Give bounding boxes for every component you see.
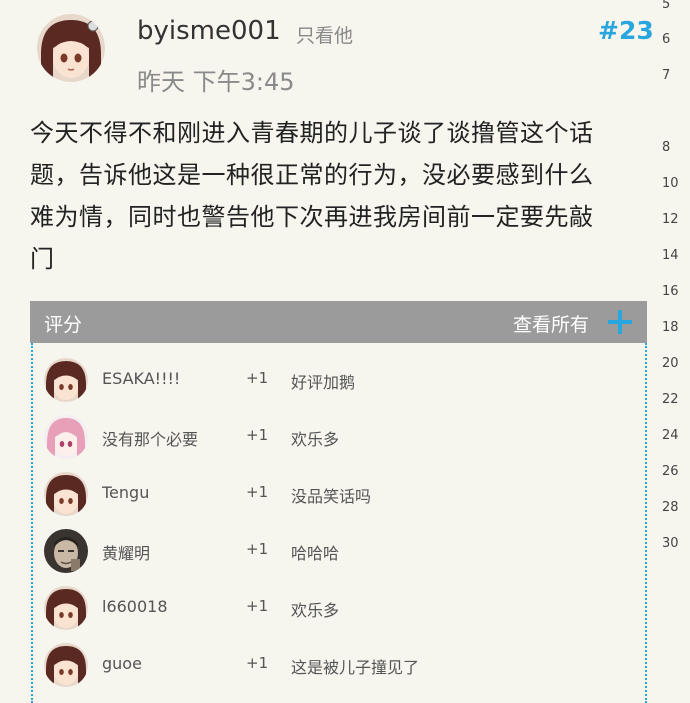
rating-comment: 没品笑话吗 [291, 487, 372, 506]
post-content: 今天不得不和刚进入青春期的儿子谈了谈撸管这个话 题，告诉他这是一种很正常的行为，… [30, 112, 650, 280]
rating-score: +1 [246, 483, 269, 501]
view-all-button[interactable]: 查看所有 [513, 310, 589, 337]
avatar[interactable] [44, 472, 88, 516]
avatar[interactable] [37, 14, 105, 82]
avatar[interactable] [44, 529, 88, 573]
rating-score: +1 [246, 597, 269, 615]
rating-row: guoe +1 这是被儿子撞见了 [33, 636, 645, 693]
ruler-number: 22 [662, 392, 679, 407]
rater-name[interactable]: l660018 [102, 597, 168, 616]
pink-hair-anime-avatar-icon [44, 415, 88, 459]
rating-row: Tengu +1 没品笑话吗 [33, 465, 645, 522]
rating-score: +1 [246, 654, 269, 672]
rater-name[interactable]: 没有那个必要 [102, 426, 198, 450]
ruler-number: 10 [662, 176, 679, 191]
ruler-number: 16 [662, 284, 679, 299]
ruler-number: 30 [662, 536, 679, 551]
rating-comment: 欢乐多 [291, 601, 340, 620]
rating-score: +1 [246, 426, 269, 444]
rating-comment: 好评加鹅 [291, 373, 356, 392]
rater-name[interactable]: 黄耀明 [102, 540, 150, 564]
rating-score: +1 [246, 540, 269, 558]
anime-girl-avatar-icon [44, 472, 88, 516]
ruler-number: 18 [662, 320, 679, 335]
rater-name[interactable]: ESAKA!!!! [102, 369, 180, 388]
rating-row: ESAKA!!!! +1 好评加鹅 [33, 351, 645, 408]
ruler-number: 5 [662, 0, 671, 12]
rating-list: ESAKA!!!! +1 好评加鹅 没有那个必要 +1 欢乐多 Tengu +1… [31, 343, 647, 703]
man-photo-avatar-icon [44, 529, 88, 573]
ruler-number: 26 [662, 464, 679, 479]
content-line: 今天不得不和刚进入青春期的儿子谈了谈撸管这个话 [30, 119, 594, 147]
floor-number: #23 [598, 16, 654, 45]
ruler-number: 20 [662, 356, 679, 371]
rating-title: 评分 [44, 314, 83, 336]
ruler-number: 6 [662, 32, 671, 47]
rating-comment: 哈哈哈 [291, 544, 340, 563]
side-ruler: 5 6 7 8 10 12 14 16 18 20 22 24 26 28 30 [654, 0, 690, 698]
avatar[interactable] [44, 586, 88, 630]
rater-name[interactable]: guoe [102, 654, 142, 673]
rating-row: 黄耀明 +1 哈哈哈 [33, 522, 645, 579]
rating-row: 没有那个必要 +1 欢乐多 [33, 408, 645, 465]
ruler-number: 24 [662, 428, 679, 443]
avatar[interactable] [44, 643, 88, 687]
anime-girl-avatar-icon [44, 358, 88, 402]
content-line: 门 [30, 245, 55, 273]
ruler-number: 12 [662, 212, 679, 227]
post-time: 昨天 下午3:45 [137, 68, 295, 96]
content-line: 难为情，同时也警告他下次再进我房间前一定要先敲 [30, 203, 594, 231]
post-header: byisme001 只看他 #23 昨天 下午3:45 [0, 0, 654, 100]
rating-comment: 欢乐多 [291, 430, 340, 449]
only-see-link[interactable]: 只看他 [296, 21, 353, 48]
anime-girl-avatar-icon [37, 14, 105, 82]
avatar[interactable] [44, 415, 88, 459]
anime-girl-avatar-icon [44, 643, 88, 687]
content-line: 题，告诉他这是一种很正常的行为，没必要感到什么 [30, 161, 594, 189]
rater-name[interactable]: Tengu [102, 483, 149, 502]
rating-row: l660018 +1 欢乐多 [33, 579, 645, 636]
plus-icon[interactable] [607, 309, 633, 335]
rating-comment: 这是被儿子撞见了 [291, 658, 420, 677]
rating-header: 评分 查看所有 [30, 301, 647, 343]
ruler-number: 7 [662, 68, 671, 83]
ruler-number: 14 [662, 248, 679, 263]
ruler-number: 8 [662, 140, 671, 155]
avatar[interactable] [44, 358, 88, 402]
anime-girl-avatar-icon [44, 586, 88, 630]
username[interactable]: byisme001 [137, 16, 281, 46]
ruler-number: 28 [662, 500, 679, 515]
rating-score: +1 [246, 369, 269, 387]
